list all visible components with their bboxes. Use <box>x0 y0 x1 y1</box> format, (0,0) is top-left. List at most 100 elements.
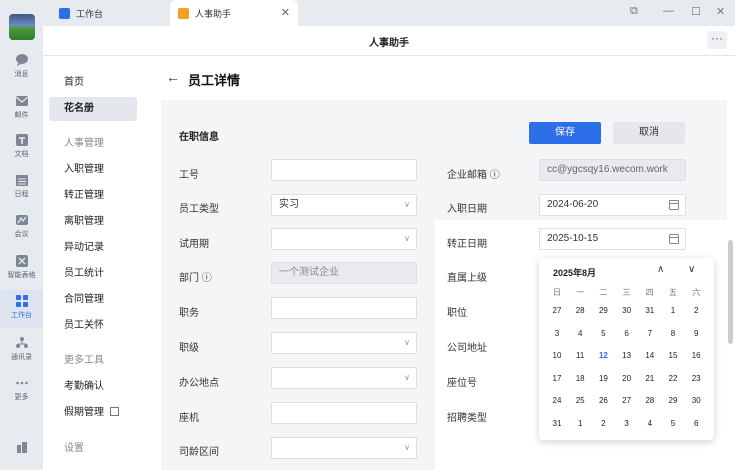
calendar-day[interactable]: 15 <box>663 348 683 364</box>
rail-item-mail[interactable]: 邮件 <box>0 94 43 120</box>
more-options-button[interactable]: ··· <box>707 31 727 49</box>
calendar-day[interactable]: 11 <box>570 348 590 364</box>
calendar-day[interactable]: 24 <box>547 393 567 409</box>
rail-item-meeting[interactable]: 会议 <box>0 213 43 239</box>
nav-attendance[interactable]: 考勤确认 <box>49 375 137 399</box>
rail-item-workbench[interactable]: 工作台 <box>0 290 43 328</box>
calendar-day[interactable]: 7 <box>640 326 660 342</box>
rail-item-docs[interactable]: 文档 <box>0 133 43 159</box>
duty-field[interactable] <box>271 297 417 319</box>
calendar-day-other-month[interactable]: 4 <box>640 416 660 432</box>
nav-vacation[interactable]: 假期管理 <box>49 401 137 425</box>
rail-item-contacts[interactable]: 通讯录 <box>0 336 43 362</box>
probation-select[interactable]: ∨ <box>271 228 417 250</box>
calendar-day[interactable]: 30 <box>686 393 706 409</box>
scrollbar[interactable] <box>728 240 733 344</box>
calendar-day[interactable]: 4 <box>570 326 590 342</box>
calendar-day-other-month[interactable]: 30 <box>617 303 637 319</box>
calendar-day[interactable]: 28 <box>640 393 660 409</box>
rail-item-messages[interactable]: 消息 <box>0 53 43 79</box>
calendar-day[interactable]: 17 <box>547 371 567 387</box>
nav-regular[interactable]: 转正管理 <box>49 184 137 208</box>
calendar-day-other-month[interactable]: 29 <box>593 303 613 319</box>
calendar-day-other-month[interactable]: 1 <box>570 416 590 432</box>
calendar-day[interactable]: 13 <box>617 348 637 364</box>
window-close-icon[interactable]: ✕ <box>716 5 725 18</box>
calendar-day-other-month[interactable]: 27 <box>547 303 567 319</box>
calendar-day[interactable]: 22 <box>663 371 683 387</box>
calendar-day[interactable]: 14 <box>640 348 660 364</box>
calendar-day-other-month[interactable]: 6 <box>686 416 706 432</box>
calendar-day[interactable]: 5 <box>593 326 613 342</box>
rank-label: 职级 <box>179 343 199 354</box>
calendar-day[interactable]: 16 <box>686 348 706 364</box>
maximize-icon[interactable]: ☐ <box>691 5 701 18</box>
nav-onboard[interactable]: 入职管理 <box>49 158 137 182</box>
calendar-day[interactable]: 2 <box>686 303 706 319</box>
close-icon[interactable]: ✕ <box>281 6 290 19</box>
rail-item-more[interactable]: 更多 <box>0 376 43 402</box>
rail-item-schedule[interactable]: 日程 <box>0 173 43 199</box>
chevron-down-icon: ∨ <box>404 234 410 243</box>
nav-home[interactable]: 首页 <box>49 71 137 95</box>
calendar-day[interactable]: 12 <box>593 347 614 367</box>
nav-care[interactable]: 员工关怀 <box>49 314 137 338</box>
restore-icon[interactable]: ⧉ <box>630 5 638 18</box>
rail-label: 更多 <box>14 394 29 401</box>
rail-item-smart-sheet[interactable]: 智能表格 <box>0 254 43 280</box>
calendar-day[interactable]: 6 <box>617 326 637 342</box>
address-label: 公司地址 <box>447 343 487 354</box>
calendar-day[interactable]: 31 <box>547 416 567 432</box>
sheet-icon <box>15 255 28 267</box>
calendar-day[interactable]: 18 <box>570 371 590 387</box>
calendar-day[interactable]: 27 <box>617 393 637 409</box>
join-date-picker[interactable]: 2024-06-20 <box>539 194 686 216</box>
calendar-day[interactable]: 8 <box>663 326 683 342</box>
tab-hr-assistant[interactable]: 人事助手 ✕ <box>170 0 298 26</box>
calendar-day[interactable]: 26 <box>593 393 613 409</box>
avatar[interactable] <box>9 14 35 40</box>
calendar-day[interactable]: 3 <box>547 326 567 342</box>
cancel-button[interactable]: 取消 <box>613 122 685 144</box>
next-month-icon[interactable]: ∨ <box>688 264 695 275</box>
minimize-icon[interactable]: — <box>663 5 674 17</box>
calendar-day[interactable]: 20 <box>617 371 637 387</box>
nav-roster[interactable]: 花名册 <box>49 97 137 121</box>
nav-change[interactable]: 异动记录 <box>49 236 137 260</box>
calendar-day[interactable]: 1 <box>663 303 683 319</box>
calendar-day[interactable]: 29 <box>663 393 683 409</box>
office-select[interactable]: ∨ <box>271 367 417 389</box>
nav-leave[interactable]: 离职管理 <box>49 210 137 234</box>
calendar-day[interactable]: 9 <box>686 326 706 342</box>
phone-field[interactable] <box>271 402 417 424</box>
nav-stats[interactable]: 员工统计 <box>49 262 137 286</box>
employee-type-select[interactable]: 实习 ∨ <box>271 194 417 216</box>
rail-item-apps[interactable] <box>0 440 43 454</box>
calendar-day[interactable]: 23 <box>686 371 706 387</box>
calendar-day-other-month[interactable]: 31 <box>640 303 660 319</box>
calendar-day[interactable]: 25 <box>570 393 590 409</box>
calendar-day-other-month[interactable]: 28 <box>570 303 590 319</box>
prev-month-icon[interactable]: ∧ <box>657 264 664 275</box>
tab-label: 人事助手 <box>195 8 232 19</box>
grid-icon <box>59 7 70 19</box>
calendar-day-other-month[interactable]: 2 <box>593 416 613 432</box>
calendar-day-other-month[interactable]: 3 <box>617 416 637 432</box>
calendar-day[interactable]: 19 <box>593 371 613 387</box>
tab-label: 工作台 <box>76 8 104 19</box>
regular-date-picker[interactable]: 2025-10-15 <box>539 228 686 250</box>
calendar-day[interactable]: 21 <box>640 371 660 387</box>
employee-id-field[interactable] <box>271 159 417 181</box>
mail-icon <box>15 96 28 106</box>
calendar-day[interactable]: 10 <box>547 348 567 364</box>
nav-settings[interactable]: 设置 <box>49 437 137 461</box>
nav-contract[interactable]: 合同管理 <box>49 288 137 312</box>
tab-workbench[interactable]: 工作台 <box>51 0 171 26</box>
email-label: 企业邮箱 ⓘ <box>447 170 500 181</box>
chat-icon <box>15 54 28 66</box>
rank-select[interactable]: ∨ <box>271 332 417 354</box>
save-button[interactable]: 保存 <box>529 122 601 144</box>
calendar-day-other-month[interactable]: 5 <box>663 416 683 432</box>
tenure-select[interactable]: ∨ <box>271 437 417 459</box>
back-arrow-icon[interactable]: ← <box>166 69 180 85</box>
